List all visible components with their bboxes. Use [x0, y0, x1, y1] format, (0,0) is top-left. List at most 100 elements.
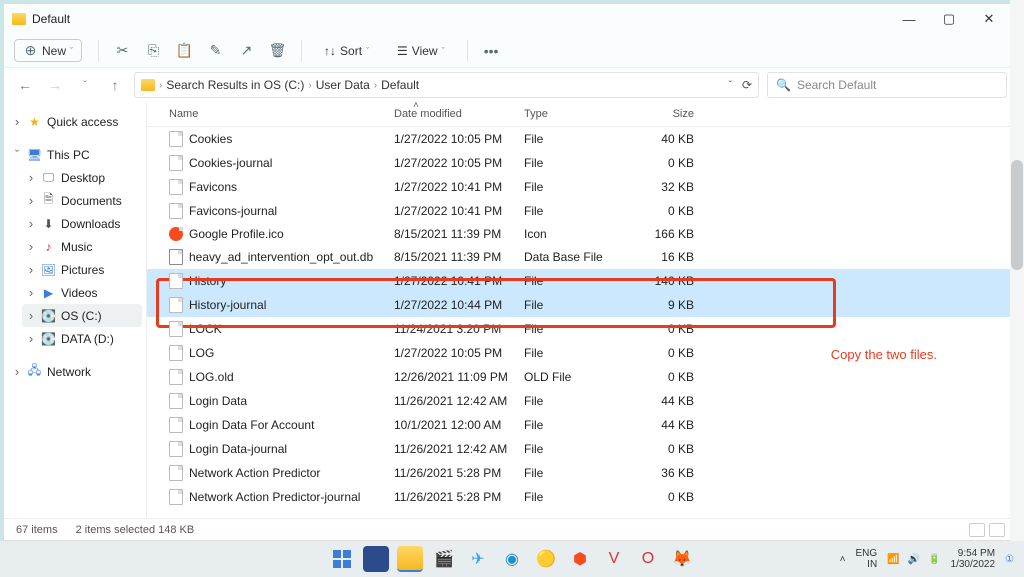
file-row[interactable]: History1/27/2022 10:41 PMFile140 KB	[147, 269, 1017, 293]
file-row[interactable]: LOG.old12/26/2021 11:09 PMOLD File0 KB	[147, 365, 1017, 389]
nav-os-c[interactable]: ›💽OS (C:)	[22, 304, 142, 327]
file-row[interactable]: Cookies-journal1/27/2022 10:05 PMFile0 K…	[147, 151, 1017, 175]
file-row[interactable]: Network Action Predictor11/26/2021 5:28 …	[147, 461, 1017, 485]
firefox-icon[interactable]: 🦊	[669, 546, 695, 572]
file-name: Login Data	[189, 394, 247, 408]
file-icon	[169, 417, 183, 433]
file-size: 36 KB	[624, 466, 704, 480]
file-row[interactable]: Favicons1/27/2022 10:41 PMFile32 KB	[147, 175, 1017, 199]
start-button[interactable]	[329, 546, 355, 572]
cut-icon[interactable]: ✂	[115, 43, 130, 58]
wifi-icon[interactable]: 📶	[887, 554, 899, 565]
col-name[interactable]: Name	[169, 108, 394, 120]
file-type: File	[524, 298, 624, 312]
file-type: File	[524, 204, 624, 218]
nav-network[interactable]: ›🖧Network	[8, 360, 142, 383]
nav-desktop[interactable]: ›🖵Desktop	[22, 166, 142, 189]
file-icon	[169, 393, 183, 409]
close-button[interactable]: ✕	[969, 11, 1009, 27]
volume-icon[interactable]: 🔊	[908, 554, 920, 565]
file-size: 166 KB	[624, 227, 704, 241]
back-button[interactable]: ←	[14, 77, 36, 93]
file-icon	[169, 203, 183, 219]
window-title: Default	[32, 12, 70, 26]
explorer-icon[interactable]	[397, 546, 423, 572]
details-view-icon[interactable]	[969, 523, 985, 537]
chrome-icon[interactable]: 🟡	[533, 546, 559, 572]
file-icon	[169, 273, 183, 289]
file-row[interactable]: Cookies1/27/2022 10:05 PMFile40 KB	[147, 127, 1017, 151]
search-input[interactable]: 🔍 Search Default	[767, 72, 1007, 98]
file-type: OLD File	[524, 370, 624, 384]
nav-data-d[interactable]: ›💽DATA (D:)	[22, 327, 142, 350]
file-row[interactable]: Favicons-journal1/27/2022 10:41 PMFile0 …	[147, 199, 1017, 223]
maximize-button[interactable]: ▢	[929, 11, 969, 27]
file-name: Cookies	[189, 132, 232, 146]
col-type[interactable]: Type	[524, 108, 624, 120]
file-row[interactable]: History-journal1/27/2022 10:44 PMFile9 K…	[147, 293, 1017, 317]
chevron-down-icon[interactable]: ˇ	[729, 80, 732, 91]
nav-this-pc[interactable]: ˇ🖥This PC	[8, 143, 142, 166]
scrollbar-thumb[interactable]	[1011, 160, 1023, 270]
scrollbar[interactable]	[1010, 0, 1024, 541]
crumb[interactable]: Default	[381, 78, 419, 92]
file-row[interactable]: heavy_ad_intervention_opt_out.db8/15/202…	[147, 245, 1017, 269]
brave-icon[interactable]: ⬢	[567, 546, 593, 572]
file-type: Data Base File	[524, 250, 624, 264]
battery-icon[interactable]: 🔋	[928, 554, 940, 565]
opera-icon[interactable]: O	[635, 546, 661, 572]
nav-videos[interactable]: ›▶Videos	[22, 281, 142, 304]
file-name: History	[189, 274, 226, 288]
col-size[interactable]: Size	[624, 108, 704, 120]
address-bar[interactable]: › Search Results in OS (C:) › User Data …	[134, 72, 759, 98]
file-type: File	[524, 346, 624, 360]
file-size: 0 KB	[624, 370, 704, 384]
new-button[interactable]: ⊕ New ˇ	[14, 39, 82, 62]
delete-icon[interactable]: 🗑	[270, 43, 285, 58]
file-icon	[169, 297, 183, 313]
up-button[interactable]: ↑	[104, 77, 126, 93]
file-icon	[169, 249, 183, 265]
file-row[interactable]: Login Data11/26/2021 12:42 AMFile44 KB	[147, 389, 1017, 413]
file-size: 0 KB	[624, 490, 704, 504]
more-icon[interactable]: •••	[484, 43, 499, 58]
file-date: 11/26/2021 5:28 PM	[394, 490, 524, 504]
rename-icon[interactable]: ✎	[208, 43, 223, 58]
view-button[interactable]: ☰ View ˇ	[391, 41, 451, 61]
crumb[interactable]: User Data	[316, 78, 370, 92]
minimize-button[interactable]: —	[889, 12, 929, 27]
nav-documents[interactable]: ›🗎Documents	[22, 189, 142, 212]
paste-icon[interactable]: 📋	[177, 43, 192, 58]
notification-icon[interactable]: ①	[1005, 554, 1014, 565]
nav-pictures[interactable]: ›🖼Pictures	[22, 258, 142, 281]
tray-chevron[interactable]: ˄	[840, 554, 846, 565]
share-icon[interactable]: ↗	[239, 43, 254, 58]
refresh-icon[interactable]: ⟳	[742, 78, 752, 92]
file-type: File	[524, 418, 624, 432]
file-row[interactable]: Network Action Predictor-journal11/26/20…	[147, 485, 1017, 509]
file-icon	[169, 179, 183, 195]
file-row[interactable]: Google Profile.ico8/15/2021 11:39 PMIcon…	[147, 223, 1017, 245]
taskbar-app[interactable]: 🎬	[431, 546, 457, 572]
sort-button[interactable]: ↑↓ Sort ˇ	[318, 41, 375, 61]
file-type: File	[524, 466, 624, 480]
nav-downloads[interactable]: ›⬇Downloads	[22, 212, 142, 235]
file-row[interactable]: Login Data-journal11/26/2021 12:42 AMFil…	[147, 437, 1017, 461]
copy-icon[interactable]: ⎘	[146, 43, 161, 58]
crumb[interactable]: Search Results in OS (C:)	[166, 78, 304, 92]
edge-icon[interactable]: ◉	[499, 546, 525, 572]
forward-button[interactable]: →	[44, 77, 66, 93]
file-row[interactable]: Login Data For Account10/1/2021 12:00 AM…	[147, 413, 1017, 437]
telegram-icon[interactable]: ✈	[465, 546, 491, 572]
thumbs-view-icon[interactable]	[989, 523, 1005, 537]
vivaldi-icon[interactable]: V	[601, 546, 627, 572]
nav-quick-access[interactable]: ›★Quick access	[8, 110, 142, 133]
file-row[interactable]: LOCK11/24/2021 3:20 PMFile0 KB	[147, 317, 1017, 341]
taskbar-app[interactable]	[363, 546, 389, 572]
nav-music[interactable]: ›♪Music	[22, 235, 142, 258]
file-icon	[169, 441, 183, 457]
file-name: Login Data-journal	[189, 442, 287, 456]
plus-icon: ⊕	[23, 43, 38, 58]
clock[interactable]: 9:54 PM1/30/2022	[951, 548, 996, 570]
chevron-down-icon[interactable]: ˇ	[74, 80, 96, 91]
